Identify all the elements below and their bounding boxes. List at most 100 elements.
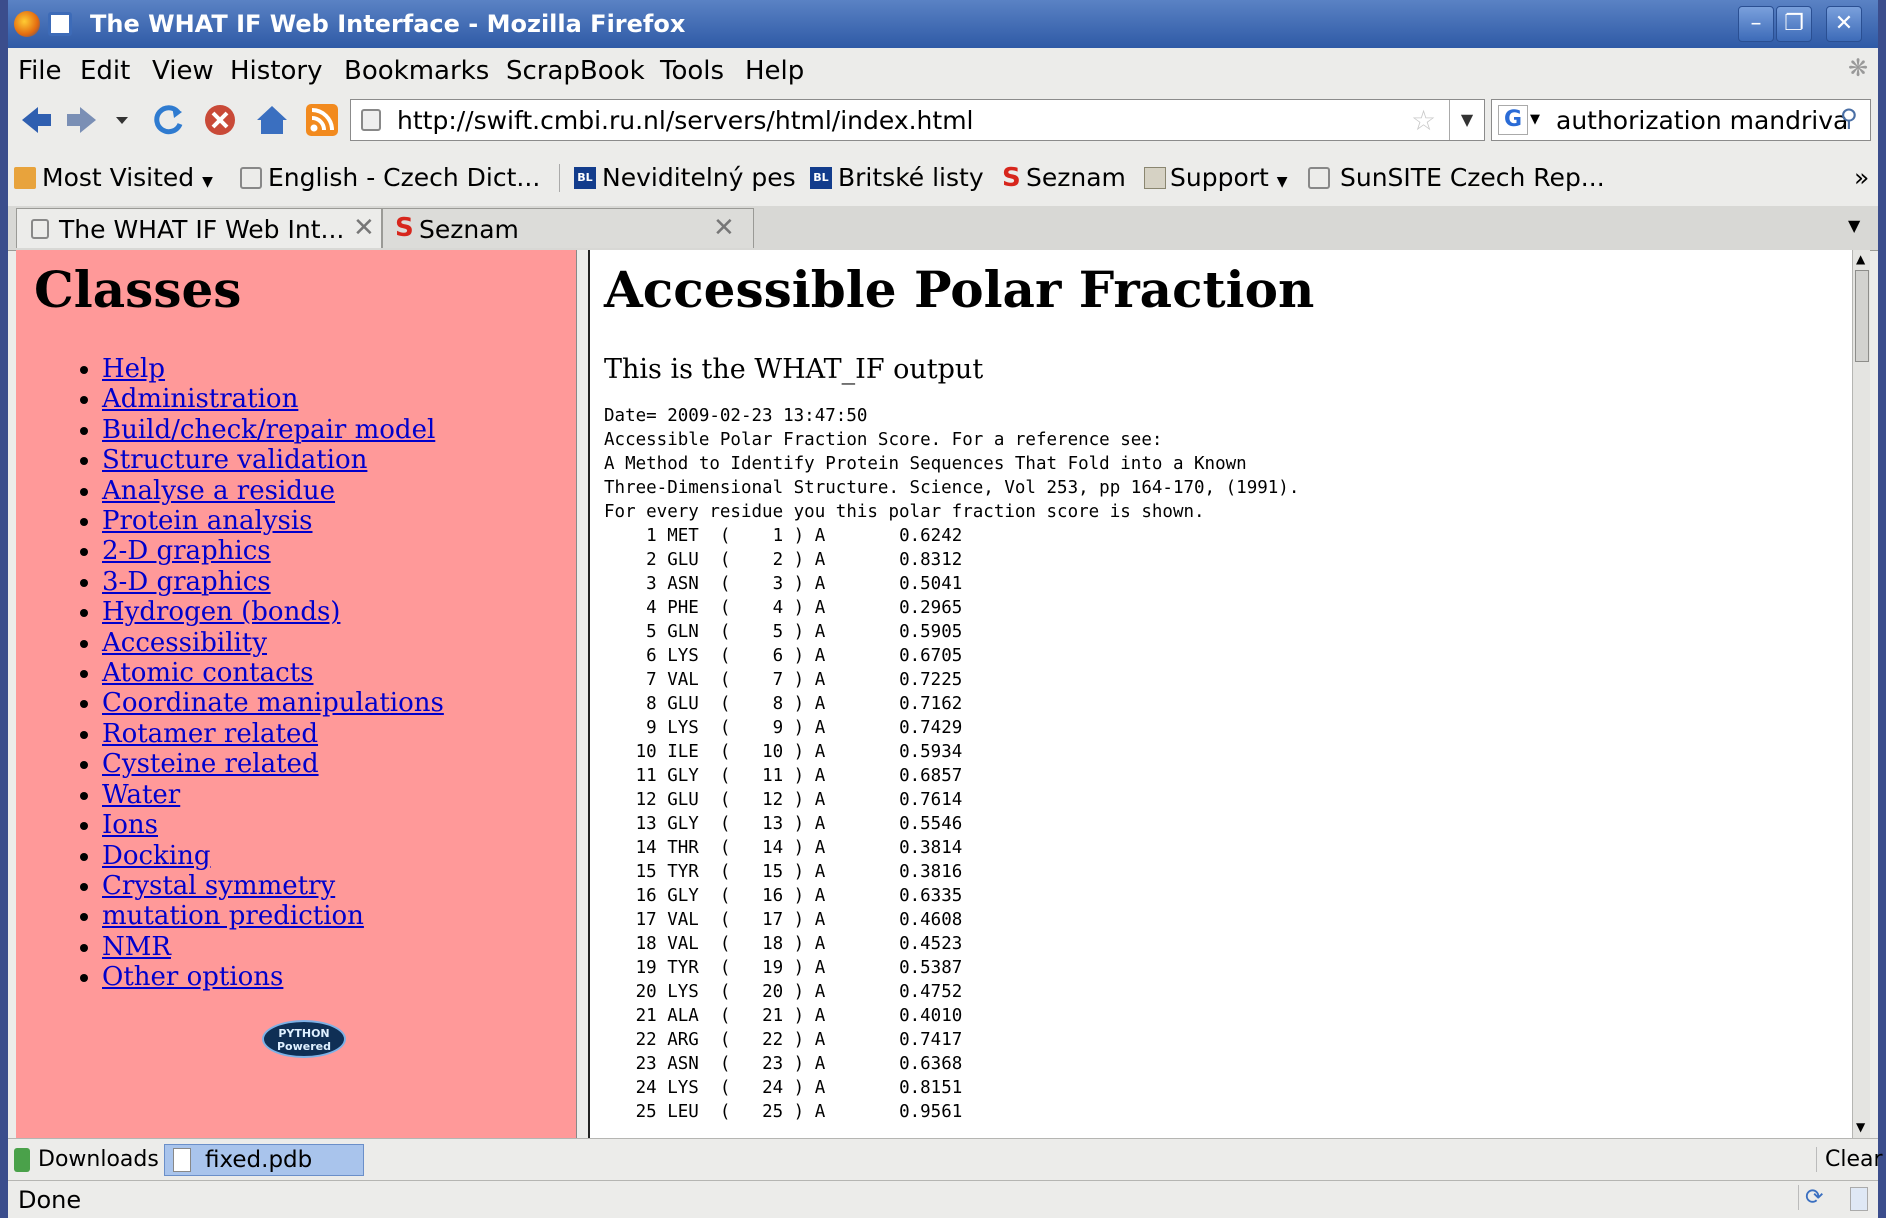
close-tab-icon[interactable]: ✕ <box>713 213 735 243</box>
residue-score: 0.7429 <box>899 718 963 738</box>
sync-status-icon[interactable]: ⟳ <box>1798 1185 1823 1210</box>
residue-chain: A <box>814 814 826 834</box>
back-icon[interactable] <box>16 100 56 140</box>
menu-history[interactable]: History <box>230 56 323 86</box>
class-link[interactable]: Help <box>102 354 165 384</box>
residue-chain: A <box>814 910 826 930</box>
class-link[interactable]: Other options <box>102 962 283 992</box>
url-dropdown-icon[interactable]: ▼ <box>1449 100 1484 140</box>
history-dropdown-icon[interactable] <box>112 100 132 140</box>
scrollbar-thumb[interactable] <box>1855 270 1869 362</box>
resize-grip-icon[interactable] <box>1850 1187 1868 1211</box>
rss-feed-icon[interactable] <box>302 100 342 140</box>
class-link[interactable]: Docking <box>102 841 211 871</box>
search-engine-dropdown-icon[interactable]: ▼ <box>1530 112 1540 127</box>
class-link[interactable]: Water <box>102 780 180 810</box>
menu-edit[interactable]: Edit <box>80 56 130 86</box>
bookmark-most-visited[interactable]: Most Visited ▼ <box>42 163 213 192</box>
url-text[interactable]: http://swift.cmbi.ru.nl/servers/html/ind… <box>397 106 974 135</box>
residue-seq: 20 <box>751 982 784 1002</box>
class-link[interactable]: NMR <box>102 932 171 962</box>
class-link[interactable]: Accessibility <box>102 628 267 658</box>
home-icon[interactable] <box>252 100 292 140</box>
class-link[interactable]: Structure validation <box>102 445 367 475</box>
clear-downloads-button[interactable]: Clear <box>1816 1147 1883 1172</box>
chevron-down-icon: ▼ <box>202 174 213 190</box>
search-icon[interactable]: ⚲ <box>1840 104 1858 132</box>
menu-file[interactable]: File <box>18 56 62 86</box>
list-item: mutation prediction <box>102 901 444 931</box>
bookmarks-overflow-icon[interactable]: » <box>1854 163 1869 192</box>
download-item[interactable]: fixed.pdb <box>164 1144 364 1176</box>
frame-divider[interactable] <box>576 250 590 1138</box>
tab-list-dropdown-icon[interactable]: ▼ <box>1848 216 1860 235</box>
site-identity-icon[interactable] <box>361 109 381 131</box>
page-title: Accessible Polar Fraction <box>604 260 1315 319</box>
residue-chain: A <box>814 790 826 810</box>
close-tab-icon[interactable]: ✕ <box>353 213 375 243</box>
tab-seznam[interactable]: S Seznam ✕ <box>382 208 754 248</box>
class-link[interactable]: 2-D graphics <box>102 536 271 566</box>
python-powered-logo[interactable]: PYTHON Powered <box>262 1020 346 1058</box>
status-bar: Done ⟳ <box>8 1180 1878 1218</box>
residue-number: 10 <box>625 742 657 762</box>
bookmark-sunsite[interactable]: SunSITE Czech Rep... <box>1340 163 1605 192</box>
url-bar[interactable]: http://swift.cmbi.ru.nl/servers/html/ind… <box>350 99 1485 141</box>
list-item: Rotamer related <box>102 719 444 749</box>
table-row: 25 LEU ( 25 ) A 0.9561 <box>625 1102 963 1122</box>
bookmark-star-icon[interactable]: ☆ <box>1411 104 1436 137</box>
menu-help[interactable]: Help <box>745 56 804 86</box>
bookmark-english-czech[interactable]: English - Czech Dict... <box>268 163 540 192</box>
residue-score: 0.7162 <box>899 694 963 714</box>
list-item: Accessibility <box>102 628 444 658</box>
residue-number: 5 <box>625 622 657 642</box>
stop-icon[interactable] <box>200 100 240 140</box>
class-link[interactable]: Protein analysis <box>102 506 313 536</box>
menu-view[interactable]: View <box>152 56 214 86</box>
vertical-scrollbar[interactable]: ▲ ▼ <box>1852 250 1870 1138</box>
list-item: 2-D graphics <box>102 536 444 566</box>
residue-seq: 22 <box>751 1030 784 1050</box>
menu-bookmarks[interactable]: Bookmarks <box>344 56 489 86</box>
residue-seq: 25 <box>751 1102 784 1122</box>
residue-seq: 18 <box>751 934 784 954</box>
class-link[interactable]: mutation prediction <box>102 901 364 931</box>
class-link[interactable]: Crystal symmetry <box>102 871 335 901</box>
output-line: A Method to Identify Protein Sequences T… <box>604 454 1247 474</box>
bookmark-britske-listy[interactable]: Britské listy <box>838 163 984 192</box>
output-line: Accessible Polar Fraction Score. For a r… <box>604 430 1163 450</box>
class-link[interactable]: Ions <box>102 810 158 840</box>
minimize-button[interactable]: – <box>1738 6 1774 42</box>
class-link[interactable]: Hydrogen (bonds) <box>102 597 340 627</box>
forward-icon[interactable] <box>62 100 102 140</box>
residue-chain: A <box>814 1054 826 1074</box>
downloads-label[interactable]: Downloads <box>38 1147 159 1172</box>
class-link[interactable]: Rotamer related <box>102 719 318 749</box>
residue-number: 21 <box>625 1006 657 1026</box>
menu-tools[interactable]: Tools <box>660 56 724 86</box>
class-link[interactable]: Coordinate manipulations <box>102 688 444 718</box>
class-link[interactable]: Cysteine related <box>102 749 319 779</box>
class-link[interactable]: Atomic contacts <box>102 658 313 688</box>
list-item: Coordinate manipulations <box>102 688 444 718</box>
reload-icon[interactable] <box>148 100 188 140</box>
class-link[interactable]: Build/check/repair model <box>102 415 435 445</box>
tab-what-if[interactable]: The WHAT IF Web Int... ✕ <box>16 208 382 248</box>
close-window-button[interactable]: ✕ <box>1826 6 1862 42</box>
maximize-button[interactable]: ❐ <box>1776 6 1812 42</box>
class-link[interactable]: Analyse a residue <box>102 476 335 506</box>
scroll-down-arrow-icon[interactable]: ▼ <box>1856 1120 1865 1134</box>
search-input[interactable]: authorization mandriva <box>1556 106 1848 135</box>
class-link[interactable]: Administration <box>102 384 298 414</box>
residue-name: VAL <box>667 670 699 690</box>
window-menu-icon[interactable] <box>48 12 72 36</box>
class-link[interactable]: 3-D graphics <box>102 567 271 597</box>
scroll-up-arrow-icon[interactable]: ▲ <box>1856 252 1865 266</box>
menu-scrapbook[interactable]: ScrapBook <box>506 56 645 86</box>
bookmark-neviditelny-pes[interactable]: Neviditelný pes <box>602 163 796 192</box>
bookmark-support[interactable]: Support ▼ <box>1170 163 1288 192</box>
residue-seq: 8 <box>751 694 784 714</box>
search-engine-icon[interactable]: G <box>1498 105 1528 135</box>
bookmark-seznam[interactable]: Seznam <box>1026 163 1126 192</box>
search-box[interactable]: G ▼ authorization mandriva ⚲ <box>1491 99 1871 141</box>
